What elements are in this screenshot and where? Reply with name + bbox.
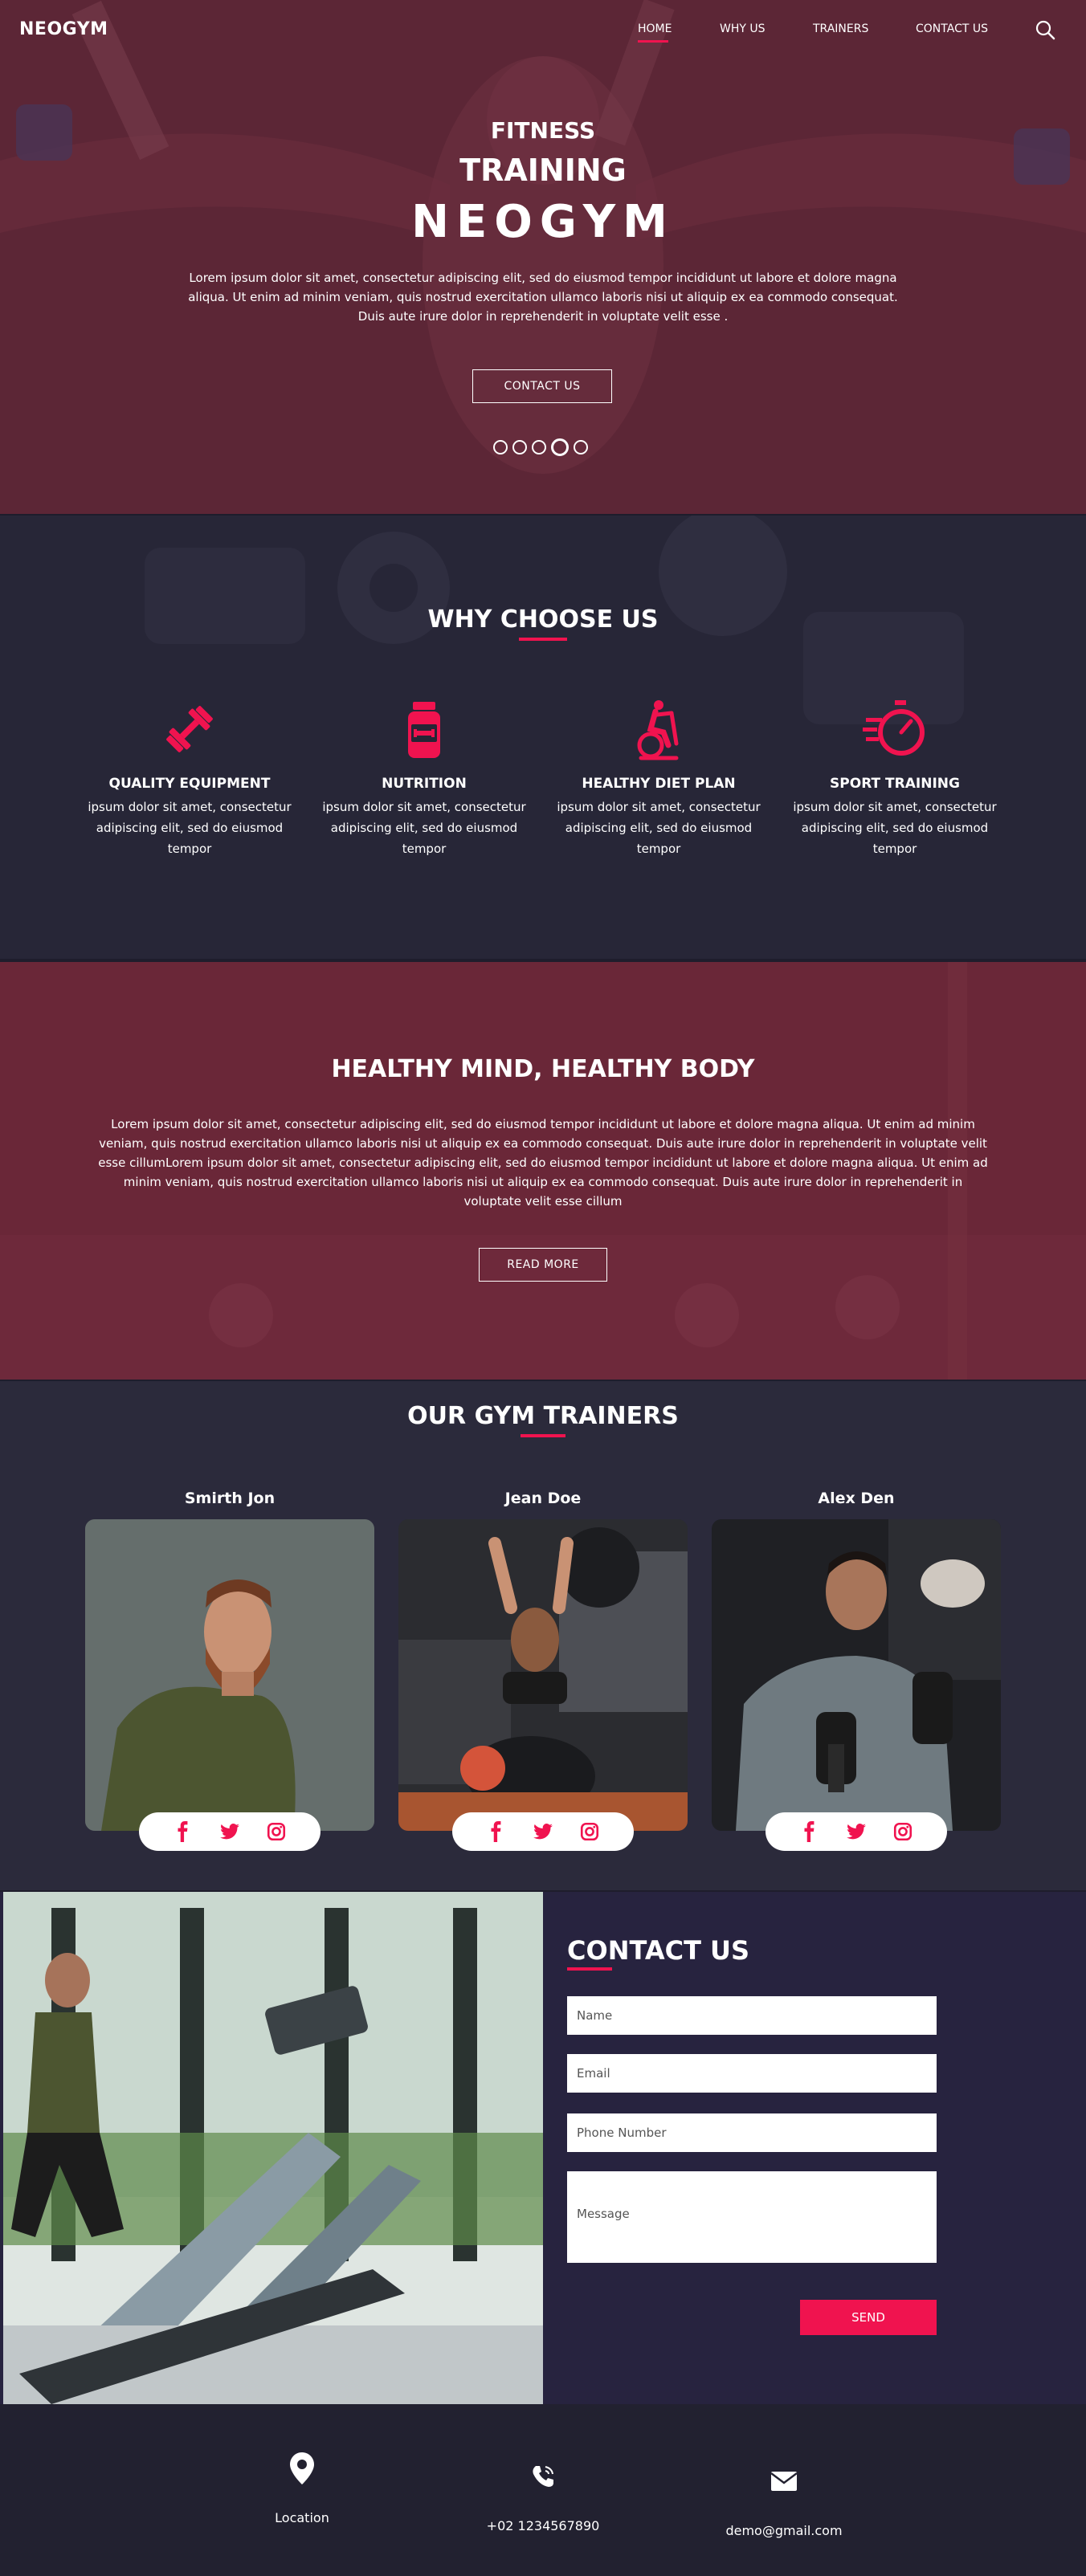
contact-title: CONTACT US: [567, 1935, 750, 1966]
feature-text: ipsum dolor sit amet, consectetur adipis…: [88, 800, 292, 856]
slider-indicators: [493, 438, 593, 457]
hero-description: Lorem ipsum dolor sit amet, consectetur …: [188, 271, 898, 324]
slide-dot-active[interactable]: [551, 438, 569, 456]
slide-dot[interactable]: [574, 440, 588, 454]
health-title: HEALTHY MIND, HEALTHY BODY: [331, 1055, 755, 1083]
trainer-photo: [712, 1519, 1001, 1831]
twitter-icon[interactable]: [846, 1821, 867, 1842]
trainer-social-bar: [766, 1812, 947, 1851]
supplement-jar-icon: [408, 702, 440, 758]
trainers-title-underline: [521, 1434, 565, 1437]
contact-title-underline: [567, 1967, 612, 1971]
stopwatch-icon: [863, 700, 925, 756]
read-more-button[interactable]: READ MORE: [479, 1248, 607, 1282]
health-description: Lorem ipsum dolor sit amet, consectetur …: [98, 1117, 988, 1209]
footer-location[interactable]: Location: [206, 2452, 398, 2525]
why-title: WHY CHOOSE US: [427, 605, 659, 634]
footer-email[interactable]: demo@gmail.com: [688, 2452, 880, 2538]
trainer-name: Alex Den: [818, 1490, 895, 1507]
hero-line-training: TRAINING: [459, 153, 627, 188]
brand-logo[interactable]: NEOGYM: [19, 19, 108, 39]
feature-text: ipsum dolor sit amet, consectetur adipis…: [793, 800, 997, 856]
feature-healthy-diet-plan: HEALTHY DIET PLAN ipsum dolor sit amet, …: [554, 697, 763, 859]
trainer-social-bar: [452, 1812, 634, 1851]
exercise-bike-icon: [637, 700, 679, 760]
feature-nutrition: NUTRITION ipsum dolor sit amet, consecte…: [320, 697, 529, 859]
footer-section: Location +02 1234567890 demo@gmail.com: [0, 2404, 1086, 2576]
instagram-icon[interactable]: [266, 1821, 287, 1842]
contact-photo-treadmill: [3, 1892, 543, 2404]
facebook-icon[interactable]: [173, 1821, 194, 1842]
trainer-photo: [398, 1519, 688, 1831]
nav-active-indicator: [638, 40, 668, 43]
email-field[interactable]: [567, 2054, 937, 2093]
name-field[interactable]: [567, 1996, 937, 2035]
hero-line-fitness: FITNESS: [490, 117, 596, 144]
twitter-icon[interactable]: [219, 1821, 240, 1842]
feature-sport-training: SPORT TRAINING ipsum dolor sit amet, con…: [790, 697, 999, 859]
trainers-title: OUR GYM TRAINERS: [407, 1402, 679, 1430]
slide-dot[interactable]: [493, 440, 508, 454]
instagram-icon[interactable]: [892, 1821, 913, 1842]
healthy-mind-section: HEALTHY MIND, HEALTHY BODY Lorem ipsum d…: [0, 962, 1086, 1380]
nav-trainers[interactable]: TRAINERS: [813, 22, 868, 39]
hero-section: NEOGYM HOME WHY US TRAINERS CONTACT US F…: [0, 0, 1086, 514]
slide-dot[interactable]: [532, 440, 546, 454]
footer-phone-label: +02 1234567890: [486, 2518, 600, 2533]
nav-home[interactable]: HOME: [638, 22, 672, 39]
feature-title: NUTRITION: [382, 776, 467, 792]
footer-email-label: demo@gmail.com: [725, 2523, 843, 2538]
why-choose-us-section: WHY CHOOSE US QUALITY EQUIPMENT ipsum do…: [0, 516, 1086, 959]
envelope-icon: [771, 2472, 797, 2491]
instagram-icon[interactable]: [579, 1821, 600, 1842]
search-icon[interactable]: [1035, 19, 1055, 40]
contact-us-button[interactable]: CONTACT US: [472, 369, 612, 403]
feature-quality-equipment: QUALITY EQUIPMENT ipsum dolor sit amet, …: [85, 697, 294, 859]
nav-why-us[interactable]: WHY US: [720, 22, 766, 39]
trainer-social-bar: [139, 1812, 320, 1851]
nav-contact-us[interactable]: CONTACT US: [916, 22, 988, 39]
phone-field[interactable]: [567, 2113, 937, 2152]
feature-title: SPORT TRAINING: [830, 776, 960, 792]
contact-section: CONTACT US SEND: [0, 1892, 1086, 2404]
trainer-photo: [85, 1519, 374, 1831]
trainer-name: Jean Doe: [504, 1490, 582, 1507]
feature-title: HEALTHY DIET PLAN: [582, 776, 736, 792]
feature-text: ipsum dolor sit amet, consectetur adipis…: [322, 800, 526, 856]
why-title-underline: [519, 638, 567, 641]
trainers-section: OUR GYM TRAINERS Smirth Jon Jean Doe Ale…: [0, 1381, 1086, 1890]
facebook-icon[interactable]: [799, 1821, 820, 1842]
twitter-icon[interactable]: [533, 1821, 553, 1842]
hero-background-image: [0, 0, 1086, 514]
map-pin-icon: [290, 2452, 314, 2484]
footer-phone[interactable]: +02 1234567890: [447, 2452, 639, 2533]
send-button[interactable]: SEND: [800, 2300, 937, 2335]
message-field[interactable]: [567, 2171, 937, 2263]
hero-line-brand: NEOGYM: [411, 196, 675, 248]
feature-title: QUALITY EQUIPMENT: [108, 776, 271, 792]
feature-text: ipsum dolor sit amet, consectetur adipis…: [557, 800, 761, 856]
dumbbell-icon: [166, 706, 213, 752]
phone-icon: [533, 2466, 553, 2487]
trainer-name: Smirth Jon: [184, 1490, 276, 1507]
facebook-icon[interactable]: [486, 1821, 507, 1842]
footer-location-label: Location: [275, 2510, 329, 2525]
slide-dot[interactable]: [512, 440, 527, 454]
